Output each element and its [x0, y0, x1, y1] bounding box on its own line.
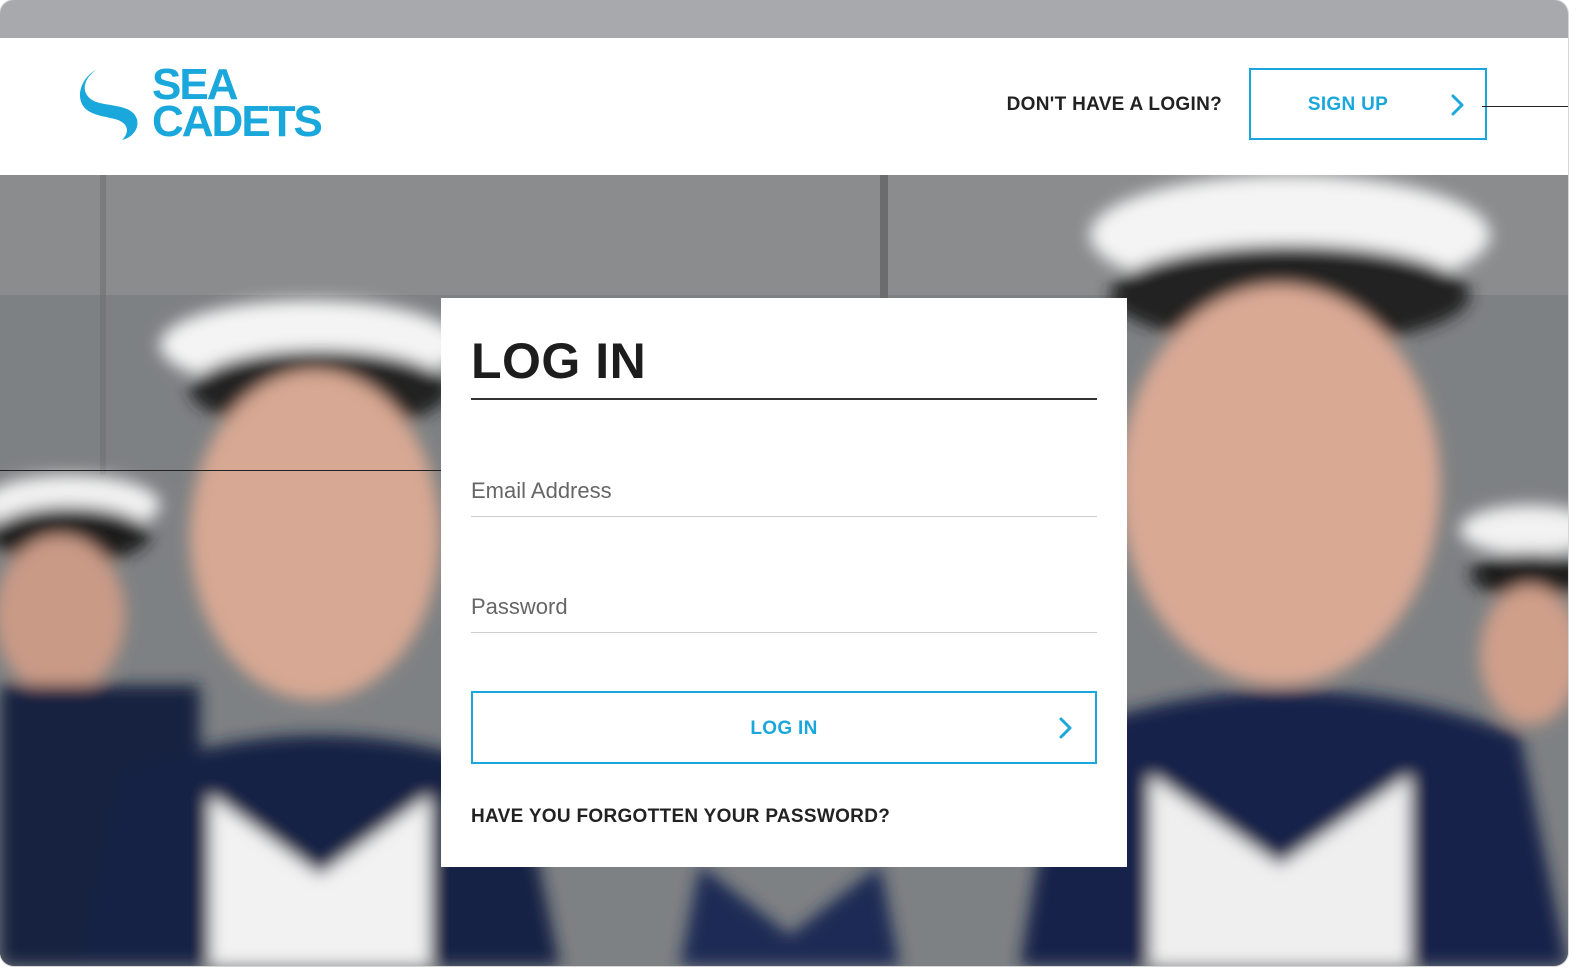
annotation-line-right — [1482, 106, 1568, 107]
logo-wordmark: SEA CADETS — [152, 63, 323, 146]
chevron-right-icon — [1059, 717, 1073, 744]
login-card: LOG IN LOG IN HAVE YOU FORGOTTEN YOUR PA… — [441, 298, 1127, 867]
wave-s-logo-icon — [79, 70, 138, 140]
logo-line-2: CADETS — [152, 97, 323, 146]
annotation-line-left — [0, 470, 466, 471]
chevron-right-icon — [1451, 94, 1465, 121]
log-in-label: LOG IN — [750, 718, 818, 739]
window-titlebar — [0, 0, 1568, 38]
password-input[interactable] — [471, 582, 1097, 633]
site-header: SEA CADETS DON'T HAVE A LOGIN? SIGN UP — [0, 38, 1568, 175]
sign-up-button[interactable]: SIGN UP — [1249, 68, 1487, 140]
browser-window: SEA CADETS DON'T HAVE A LOGIN? SIGN UP L… — [0, 0, 1568, 966]
log-in-button[interactable]: LOG IN — [471, 691, 1097, 764]
signup-prompt: DON'T HAVE A LOGIN? — [1006, 94, 1222, 115]
title-divider — [471, 398, 1097, 400]
sea-cadets-logo[interactable]: SEA CADETS — [76, 63, 346, 146]
email-input[interactable] — [471, 466, 1097, 517]
forgot-password-link[interactable]: HAVE YOU FORGOTTEN YOUR PASSWORD? — [471, 806, 890, 828]
sign-up-label: SIGN UP — [1307, 94, 1389, 115]
login-title: LOG IN — [471, 333, 647, 389]
